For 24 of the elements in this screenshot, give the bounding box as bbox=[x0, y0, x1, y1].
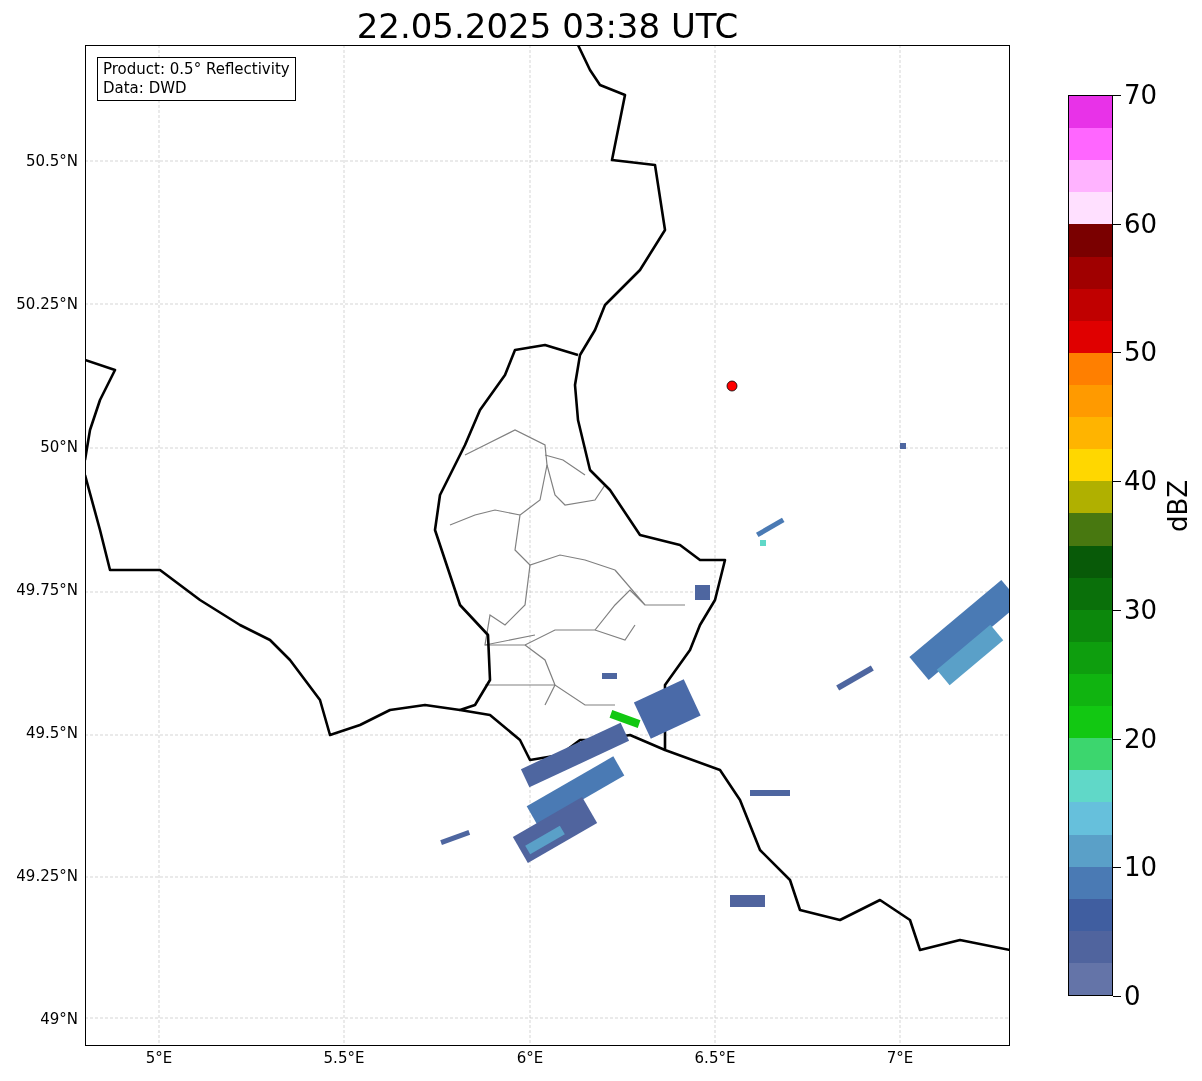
y-tick-label: 50°N bbox=[39, 438, 78, 456]
y-tick-label: 50.5°N bbox=[24, 152, 78, 170]
colorbar-tick-label: 10 bbox=[1124, 852, 1158, 883]
chart-title: 22.05.2025 03:38 UTC bbox=[355, 5, 740, 48]
colorbar-tick-label: 0 bbox=[1124, 981, 1141, 1011]
x-tick-label: 5°E bbox=[144, 1049, 174, 1067]
colorbar-tick-label: 50 bbox=[1124, 337, 1158, 368]
y-tick-label: 49.75°N bbox=[15, 581, 78, 599]
x-tick-label: 6.5°E bbox=[693, 1049, 737, 1067]
colorbar-tick-label: 70 bbox=[1124, 80, 1158, 110]
x-tick-label: 6°E bbox=[515, 1049, 545, 1067]
colorbar-tick-label: 60 bbox=[1124, 208, 1158, 239]
colorbar-tick-label: 30 bbox=[1124, 594, 1158, 625]
y-tick-label: 49°N bbox=[39, 1010, 78, 1028]
colorbar-tick-label: 20 bbox=[1124, 723, 1158, 754]
info-text: Product: 0.5° Reflectivity bbox=[103, 60, 290, 79]
x-tick-label: 7°E bbox=[885, 1049, 915, 1067]
y-tick-label: 49.5°N bbox=[24, 724, 78, 742]
x-tick-label: 5.5°E bbox=[322, 1049, 366, 1067]
y-tick-label: 49.25°N bbox=[15, 867, 78, 885]
colorbar-label: dBZ bbox=[1163, 479, 1193, 532]
colorbar-tick-label: 40 bbox=[1124, 466, 1158, 497]
y-tick-label: 50.25°N bbox=[15, 295, 78, 313]
info-text: Data: DWD bbox=[103, 79, 188, 98]
